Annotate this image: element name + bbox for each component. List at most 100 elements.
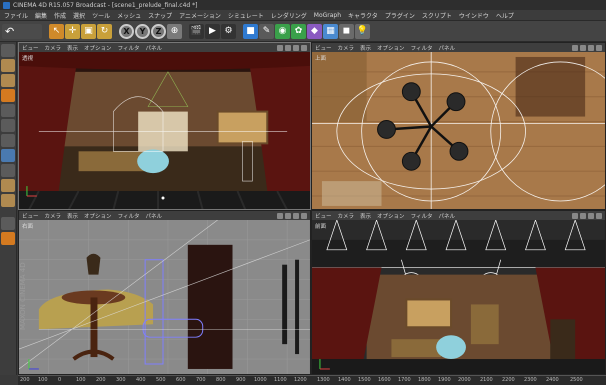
world-coordinate-icon[interactable]: ⊕ xyxy=(167,23,182,39)
ruler-tick: 500 xyxy=(156,377,166,383)
solo-icon[interactable] xyxy=(1,232,15,245)
scale-icon[interactable]: ▣ xyxy=(81,23,96,39)
zoom-icon[interactable] xyxy=(285,44,291,51)
vp-menu-filter[interactable]: フィルタ xyxy=(118,212,140,220)
maximize-view-icon[interactable] xyxy=(596,44,602,51)
light-icon[interactable]: 💡 xyxy=(355,23,370,39)
snap-icon[interactable] xyxy=(1,179,15,192)
axis-z-icon[interactable]: Z xyxy=(151,23,166,39)
rotate-view-icon[interactable] xyxy=(293,212,299,219)
viewport-label: 前面 xyxy=(315,224,327,230)
menu-simulate[interactable]: シミュレート xyxy=(228,11,264,20)
menu-window[interactable]: ウインドウ xyxy=(459,11,489,20)
vp-menu-view[interactable]: ビュー xyxy=(315,44,332,52)
viewport-perspective[interactable]: ビュー カメラ 表示 オプション フィルタ パネル 透視 xyxy=(18,42,311,210)
viewport-right[interactable]: ビュー カメラ 表示 オプション フィルタ パネル 右面 xyxy=(18,210,311,375)
vp-menu-view[interactable]: ビュー xyxy=(22,212,39,220)
pan-icon[interactable] xyxy=(277,44,283,51)
viewport-top[interactable]: ビュー カメラ 表示 オプション フィルタ パネル 上面 xyxy=(311,42,606,210)
tweak-mode-icon[interactable] xyxy=(1,164,15,177)
model-mode-icon[interactable] xyxy=(1,59,15,72)
vp-menu-panel[interactable]: パネル xyxy=(438,44,455,52)
menu-edit[interactable]: 編集 xyxy=(35,11,47,20)
pointer-icon[interactable]: ↖ xyxy=(49,23,64,39)
make-editable-icon[interactable] xyxy=(1,44,15,57)
vp-menu-options[interactable]: オプション xyxy=(377,44,405,52)
zoom-icon[interactable] xyxy=(580,44,586,51)
zoom-icon[interactable] xyxy=(285,212,291,219)
vp-menu-options[interactable]: オプション xyxy=(377,212,405,220)
deformer-icon[interactable]: ◆ xyxy=(307,23,322,39)
render-view-icon[interactable]: 🎬 xyxy=(189,23,204,39)
menu-mesh[interactable]: メッシュ xyxy=(117,11,141,20)
vp-menu-view[interactable]: ビュー xyxy=(22,44,39,52)
pan-icon[interactable] xyxy=(572,44,578,51)
rotate-view-icon[interactable] xyxy=(588,212,594,219)
rotate-view-icon[interactable] xyxy=(588,44,594,51)
polygon-mode-icon[interactable] xyxy=(1,134,15,147)
locked-workplane-icon[interactable] xyxy=(1,217,15,230)
rotate-icon[interactable]: ↻ xyxy=(97,23,112,39)
floor-icon[interactable]: ▦ xyxy=(323,23,338,39)
vp-menu-camera[interactable]: カメラ xyxy=(338,212,355,220)
ruler-tick: 2300 xyxy=(524,377,537,383)
vp-menu-panel[interactable]: パネル xyxy=(145,44,162,52)
camera-icon[interactable]: ◼ xyxy=(339,23,354,39)
viewport-front[interactable]: ビュー カメラ 表示 オプション フィルタ パネル 前面 xyxy=(311,210,606,375)
axis-y-icon[interactable]: Y xyxy=(135,23,150,39)
vp-menu-display[interactable]: 表示 xyxy=(360,212,371,220)
render-settings-icon[interactable]: ⚙ xyxy=(221,23,236,39)
menu-snap[interactable]: スナップ xyxy=(148,11,172,20)
maximize-view-icon[interactable] xyxy=(301,44,307,51)
menu-character[interactable]: キャラクタ xyxy=(348,11,378,20)
axis-x-icon[interactable]: X xyxy=(119,23,134,39)
menu-tools[interactable]: ツール xyxy=(92,11,110,20)
array-icon[interactable]: ✿ xyxy=(291,23,306,39)
menu-animate[interactable]: アニメーション xyxy=(179,11,221,20)
vp-menu-options[interactable]: オプション xyxy=(84,212,112,220)
viewport-menu-bar: ビュー カメラ 表示 オプション フィルタ パネル xyxy=(19,211,310,220)
subdivision-icon[interactable]: ◉ xyxy=(275,23,290,39)
timeline-ruler[interactable]: 200 100 0 100 200 300 400 500 600 700 80… xyxy=(18,375,606,385)
pan-icon[interactable] xyxy=(277,212,283,219)
vp-menu-camera[interactable]: カメラ xyxy=(45,44,62,52)
vp-menu-panel[interactable]: パネル xyxy=(438,212,455,220)
vp-menu-display[interactable]: 表示 xyxy=(67,212,78,220)
point-mode-icon[interactable] xyxy=(1,104,15,117)
axis-mode-icon[interactable] xyxy=(1,149,15,162)
vp-menu-filter[interactable]: フィルタ xyxy=(411,44,433,52)
menu-file[interactable]: ファイル xyxy=(4,11,28,20)
vp-menu-panel[interactable]: パネル xyxy=(145,212,162,220)
vp-menu-filter[interactable]: フィルタ xyxy=(411,212,433,220)
pan-icon[interactable] xyxy=(572,212,578,219)
render-picture-viewer-icon[interactable]: ▶ xyxy=(205,23,220,39)
character xyxy=(137,149,169,174)
maximize-view-icon[interactable] xyxy=(596,212,602,219)
menu-help[interactable]: ヘルプ xyxy=(496,11,514,20)
undo-icon[interactable]: ↶ xyxy=(2,23,42,39)
menu-script[interactable]: スクリプト xyxy=(422,11,452,20)
workplane-icon[interactable] xyxy=(1,194,15,207)
menu-render[interactable]: レンダリング xyxy=(271,11,307,20)
object-mode-icon[interactable] xyxy=(1,89,15,102)
rotate-view-icon[interactable] xyxy=(293,44,299,51)
zoom-icon[interactable] xyxy=(580,212,586,219)
pen-icon[interactable]: ✎ xyxy=(259,23,274,39)
vp-menu-options[interactable]: オプション xyxy=(84,44,112,52)
cube-icon[interactable]: ■ xyxy=(243,23,258,39)
maximize-view-icon[interactable] xyxy=(301,212,307,219)
menu-mograph[interactable]: MoGraph xyxy=(314,12,341,19)
menu-select[interactable]: 選択 xyxy=(73,11,85,20)
ruler-tick: 900 xyxy=(236,377,246,383)
vp-menu-display[interactable]: 表示 xyxy=(67,44,78,52)
vp-menu-view[interactable]: ビュー xyxy=(315,212,332,220)
vp-menu-camera[interactable]: カメラ xyxy=(338,44,355,52)
menu-create[interactable]: 作成 xyxy=(54,11,66,20)
vp-menu-camera[interactable]: カメラ xyxy=(45,212,62,220)
vp-menu-filter[interactable]: フィルタ xyxy=(118,44,140,52)
texture-mode-icon[interactable] xyxy=(1,74,15,87)
move-icon[interactable]: ✛ xyxy=(65,23,80,39)
edge-mode-icon[interactable] xyxy=(1,119,15,132)
menu-plugins[interactable]: プラグイン xyxy=(385,11,415,20)
vp-menu-display[interactable]: 表示 xyxy=(360,44,371,52)
